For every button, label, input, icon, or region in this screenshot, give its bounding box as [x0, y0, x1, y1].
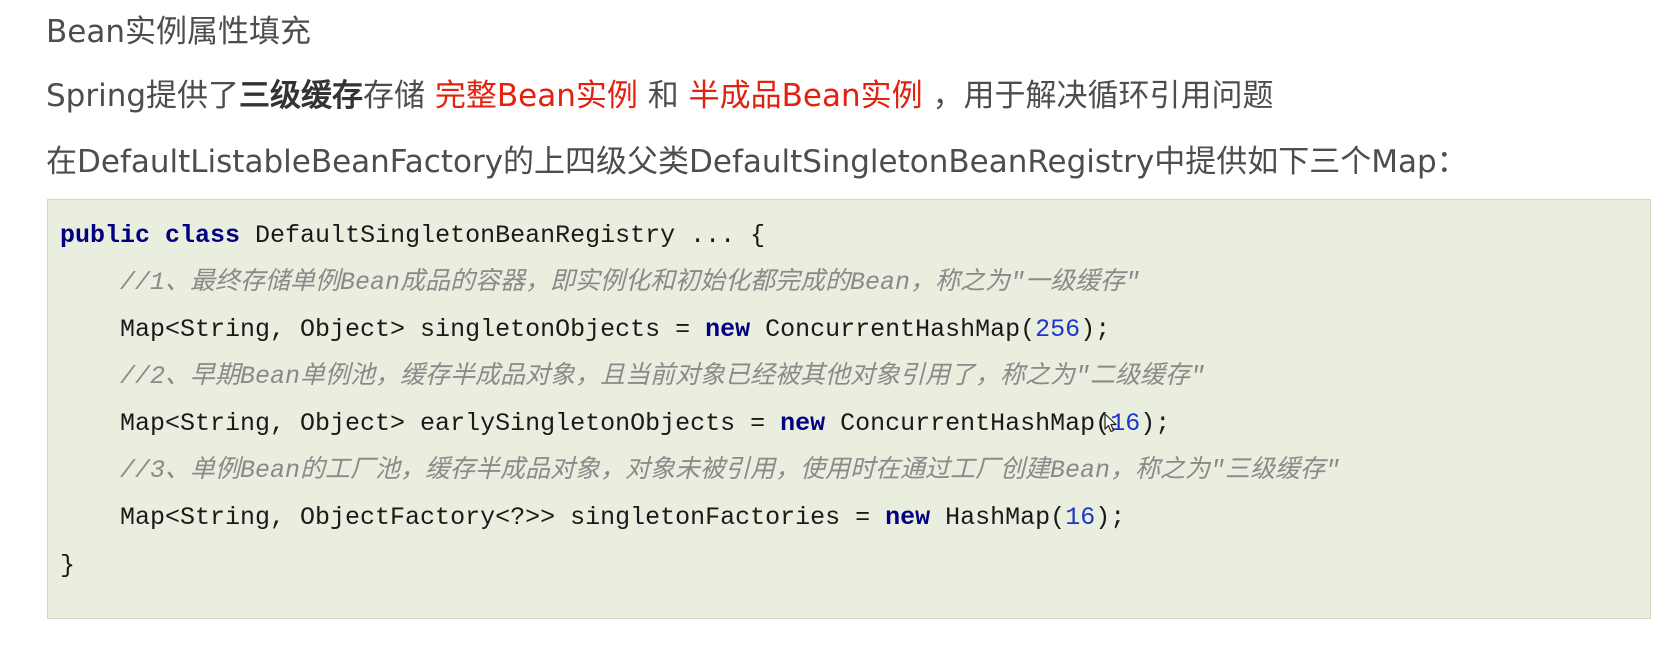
keyword-public: public: [60, 221, 151, 250]
keyword-new: new: [885, 503, 931, 532]
code-block: public class DefaultSingletonBeanRegistr…: [47, 199, 1651, 619]
highlight-complete-bean: 完整Bean实例: [434, 78, 638, 114]
code-closing-brace: }: [60, 551, 76, 580]
code-text: ConcurrentHashMap(: [750, 315, 1036, 344]
intro-paragraph: Spring提供了三级缓存存储 完整Bean实例 和 半成品Bean实例 ，用于…: [46, 74, 1273, 118]
code-text: );: [1095, 503, 1126, 532]
intro-bold-term: 三级缓存: [239, 78, 364, 114]
code-line-class-declaration: public class DefaultSingletonBeanRegistr…: [60, 220, 765, 252]
keyword-new: new: [780, 409, 826, 438]
code-text: ConcurrentHashMap(: [825, 409, 1111, 438]
intro-prefix: Spring提供了: [46, 78, 240, 114]
code-text: );: [1140, 409, 1171, 438]
keyword-new: new: [705, 315, 751, 344]
highlight-half-bean: 半成品Bean实例: [688, 78, 923, 114]
code-line-singleton-objects: Map<String, Object> singletonObjects = n…: [60, 314, 1110, 346]
section-heading: Bean实例属性填充: [46, 14, 311, 50]
code-line-singleton-factories: Map<String, ObjectFactory<?>> singletonF…: [60, 502, 1125, 534]
number-literal: 16: [1065, 503, 1096, 532]
number-literal: 256: [1035, 315, 1081, 344]
description-paragraph: 在DefaultListableBeanFactory的上四级父类Default…: [46, 144, 1468, 180]
code-text: HashMap(: [930, 503, 1066, 532]
code-comment-level1: //1、最终存储单例Bean成品的容器，即实例化和初始化都完成的Bean，称之为…: [60, 268, 1141, 297]
intro-conjunction: 和: [637, 78, 689, 114]
mouse-pointer-icon: [1104, 413, 1117, 433]
intro-suffix: ，用于解决循环引用问题: [922, 78, 1274, 114]
code-text: Map<String, Object> singletonObjects =: [60, 315, 706, 344]
code-comment-level2: //2、早期Bean单例池，缓存半成品对象，且当前对象已经被其他对象引用了，称之…: [60, 362, 1206, 391]
class-declaration-rest: DefaultSingletonBeanRegistry ... {: [240, 221, 766, 250]
intro-middle: 存储: [363, 78, 435, 114]
code-text: Map<String, Object> earlySingletonObject…: [60, 409, 781, 438]
keyword-class: class: [165, 221, 241, 250]
code-line-early-singleton-objects: Map<String, Object> earlySingletonObject…: [60, 408, 1170, 440]
code-comment-level3: //3、单例Bean的工厂池，缓存半成品对象，对象未被引用，使用时在通过工厂创建…: [60, 456, 1341, 485]
code-text: );: [1080, 315, 1111, 344]
code-text: Map<String, ObjectFactory<?>> singletonF…: [60, 503, 886, 532]
